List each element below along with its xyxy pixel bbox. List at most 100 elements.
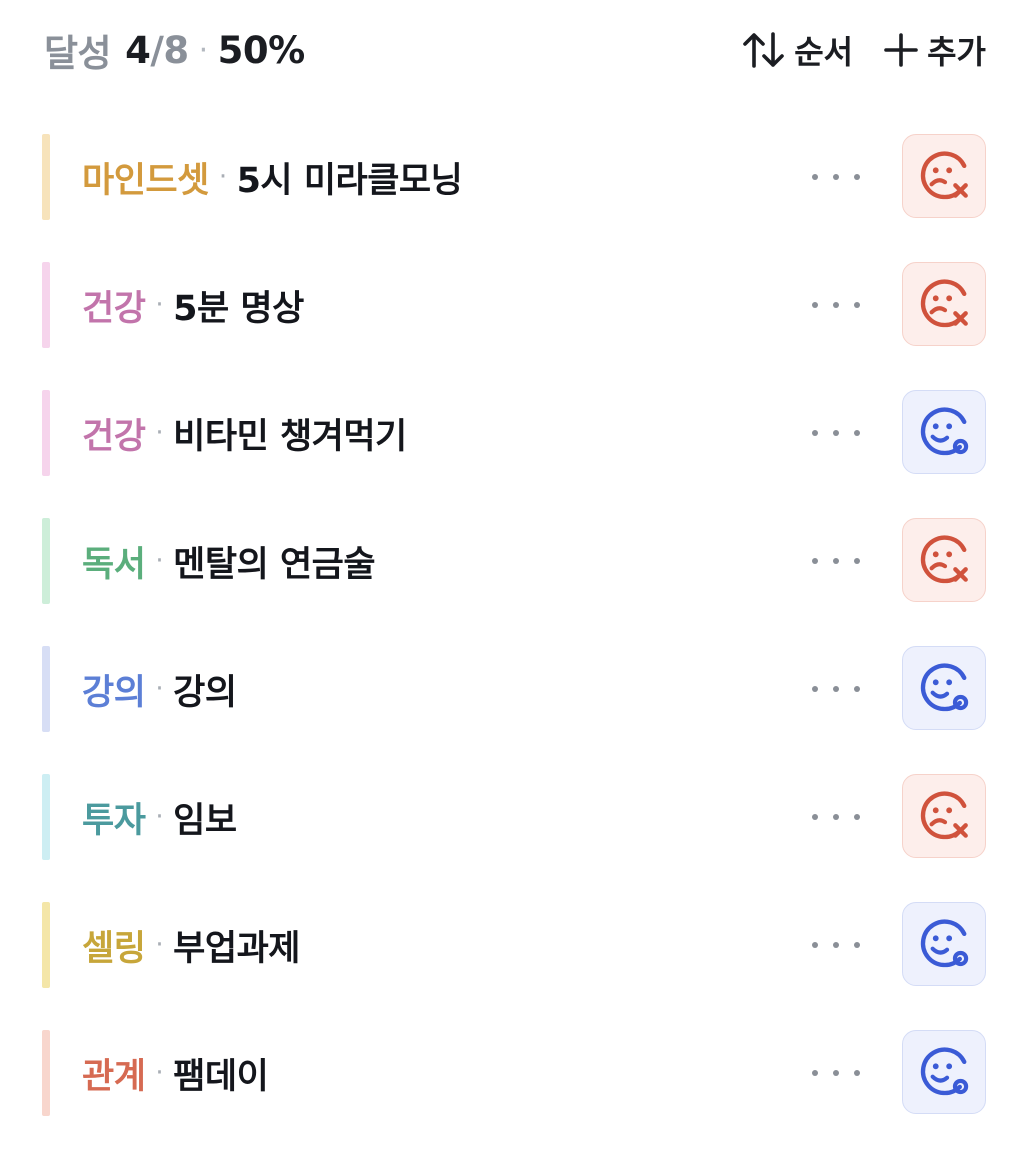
more-dot [854,814,860,820]
more-options-button[interactable] [812,930,860,960]
add-item-label: 추가 [927,33,986,71]
routine-text[interactable]: 건강 · 5분 명상 [82,262,304,348]
more-dot [833,302,839,308]
item-separator: · [155,418,164,448]
more-dot [854,430,860,436]
sad-face-x-icon [920,279,968,328]
item-separator: · [155,546,164,576]
category-label: 관계 [82,1056,146,1097]
more-dot [854,686,860,692]
routine-text[interactable]: 관계 · 팸데이 [82,1030,269,1116]
status-toggle-button[interactable] [902,1030,986,1114]
achievement-summary: 달성 4 / 8 · 50% [44,23,305,77]
category-color-bar [42,262,50,348]
sad-face-x-icon [920,535,968,584]
status-toggle-button[interactable] [902,774,986,858]
routine-title: 강의 [173,672,237,713]
more-dot [812,430,818,436]
routine-item[interactable]: 셀링 · 부업과제 [42,902,986,988]
smile-face-o-icon [920,663,969,712]
more-options-button[interactable] [812,290,860,320]
item-separator: · [155,674,164,704]
sort-order-button[interactable]: 순서 [742,27,853,73]
achievement-total-count: 8 [163,28,189,72]
item-separator: · [155,802,164,832]
more-dot [854,174,860,180]
category-color-bar [42,518,50,604]
progress-header: 달성 4 / 8 · 50% 순서 추가 [44,24,986,76]
item-separator: · [155,290,164,320]
more-options-button[interactable] [812,162,860,192]
routine-text[interactable]: 셀링 · 부업과제 [82,902,300,988]
sort-arrows-icon [743,32,785,68]
category-color-bar [42,902,50,988]
achievement-percent: 50% [217,28,306,72]
more-dot [833,1070,839,1076]
routine-item[interactable]: 관계 · 팸데이 [42,1030,986,1116]
routine-text[interactable]: 투자 · 임보 [82,774,237,860]
more-options-button[interactable] [812,546,860,576]
more-options-button[interactable] [812,802,860,832]
more-dot [854,1070,860,1076]
routine-list: 마인드셋 · 5시 미라클모닝 건강 · 5분 명상 건강 · 비타민 챙겨먹기… [42,134,986,1158]
achievement-done-count: 4 [125,28,151,72]
routine-title: 비타민 챙겨먹기 [173,416,407,457]
routine-title: 5분 명상 [173,288,304,329]
achievement-label: 달성 [44,32,112,75]
routine-item[interactable]: 강의 · 강의 [42,646,986,732]
more-dot [833,558,839,564]
status-toggle-button[interactable] [902,902,986,986]
status-toggle-button[interactable] [902,134,986,218]
more-dot [812,558,818,564]
sort-order-label: 순서 [794,33,854,71]
more-dot [812,302,818,308]
routine-title: 5시 미라클모닝 [236,160,463,201]
category-label: 마인드셋 [82,160,209,201]
status-toggle-button[interactable] [902,646,986,730]
routine-text[interactable]: 강의 · 강의 [82,646,237,732]
more-options-button[interactable] [812,1058,860,1088]
more-options-button[interactable] [812,674,860,704]
routine-text[interactable]: 마인드셋 · 5시 미라클모닝 [82,134,463,220]
category-color-bar [42,390,50,476]
routine-item[interactable]: 독서 · 멘탈의 연금술 [42,518,986,604]
routine-title: 임보 [173,800,237,841]
routine-item[interactable]: 건강 · 5분 명상 [42,262,986,348]
item-separator: · [155,1058,164,1088]
more-options-button[interactable] [812,418,860,448]
category-label: 건강 [82,288,146,329]
status-toggle-button[interactable] [902,262,986,346]
category-label: 셀링 [82,928,146,969]
routine-title: 멘탈의 연금술 [173,544,376,585]
more-dot [833,430,839,436]
sad-face-x-icon [920,151,968,200]
more-dot [833,942,839,948]
routine-item[interactable]: 투자 · 임보 [42,774,986,860]
item-separator: · [155,930,164,960]
category-label: 건강 [82,416,146,457]
item-separator: · [218,162,227,192]
routine-text[interactable]: 건강 · 비타민 챙겨먹기 [82,390,407,476]
smile-face-o-icon [920,1047,969,1096]
plus-icon [884,33,918,67]
add-item-button[interactable]: 추가 [883,27,986,73]
header-actions: 순서 추가 [742,27,986,73]
routine-item[interactable]: 건강 · 비타민 챙겨먹기 [42,390,986,476]
routine-item[interactable]: 마인드셋 · 5시 미라클모닝 [42,134,986,220]
status-toggle-button[interactable] [902,390,986,474]
more-dot [833,814,839,820]
status-toggle-button[interactable] [902,518,986,602]
routine-title: 부업과제 [173,928,300,969]
more-dot [854,942,860,948]
more-dot [812,814,818,820]
more-dot [812,686,818,692]
achievement-separator: · [198,32,209,68]
category-color-bar [42,774,50,860]
category-color-bar [42,134,50,220]
routine-text[interactable]: 독서 · 멘탈의 연금술 [82,518,376,604]
achievement-slash: / [150,28,164,72]
more-dot [833,686,839,692]
category-label: 강의 [82,672,146,713]
more-dot [812,942,818,948]
category-color-bar [42,646,50,732]
